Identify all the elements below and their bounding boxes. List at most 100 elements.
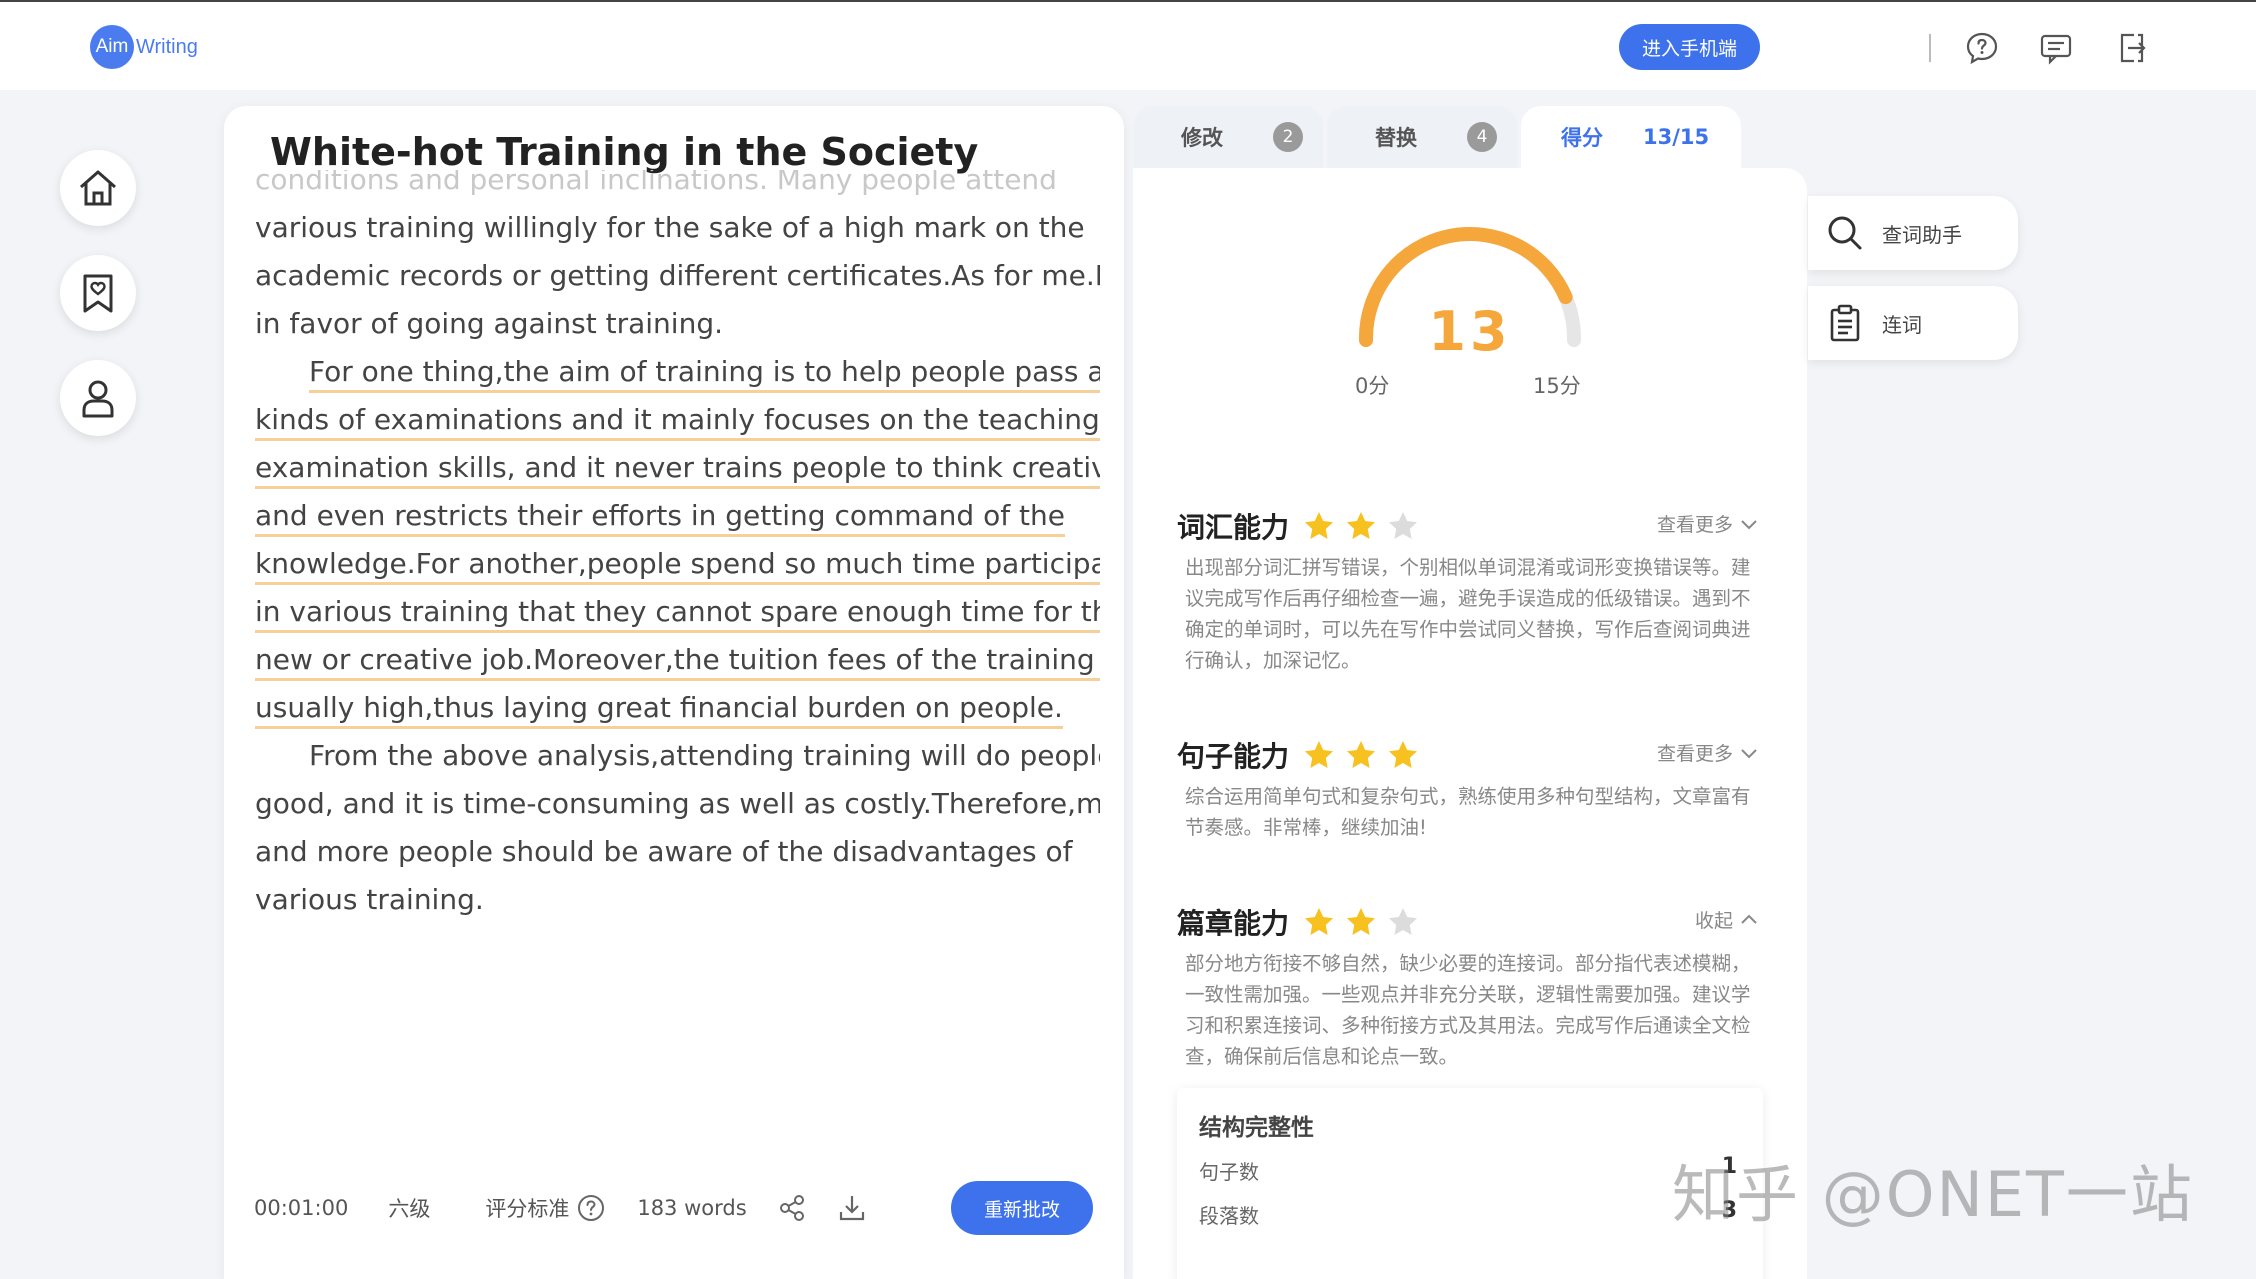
essay-line-text: in various training that they cannot spa… bbox=[255, 595, 1100, 633]
score-panel: 13 0分 15分 词汇能力 查看更多 出现部分词汇拼写错误，个别相似单词混淆或… bbox=[1133, 168, 1807, 1279]
question-icon[interactable] bbox=[577, 1194, 605, 1222]
connectives-button[interactable]: 连词 bbox=[1808, 286, 2018, 360]
scoring-criteria-link[interactable]: 评分标准 bbox=[485, 1193, 569, 1223]
essay-line-text: various training willingly for the sake … bbox=[255, 211, 1085, 244]
tab-score-value: 13/15 bbox=[1643, 125, 1710, 149]
user-icon bbox=[82, 380, 114, 418]
essay-line-text: kinds of examinations and it mainly focu… bbox=[255, 403, 1100, 441]
message-icon[interactable] bbox=[2038, 30, 2074, 66]
vocab-section-title: 词汇能力 bbox=[1177, 506, 1419, 546]
essay-line-text: various training. bbox=[255, 883, 484, 916]
gauge-min-label: 0分 bbox=[1355, 374, 1390, 398]
watermark: 知乎 @ONET一站 bbox=[1672, 1158, 2194, 1231]
paragraph-count-label: 段落数 bbox=[1199, 1204, 1259, 1228]
structure-title: 结构完整性 bbox=[1199, 1115, 1314, 1141]
help-icon[interactable] bbox=[1964, 30, 2000, 66]
tab-score-label: 得分 bbox=[1561, 126, 1603, 150]
essay-line-text: and more people should be aware of the d… bbox=[255, 835, 1073, 868]
sentence-title: 句子能力 bbox=[1177, 740, 1290, 773]
recheck-button[interactable]: 重新批改 bbox=[951, 1181, 1093, 1235]
word-lookup-button[interactable]: 查词助手 bbox=[1808, 196, 2018, 270]
essay-line: examination skills, and it never trains … bbox=[255, 444, 1100, 492]
essay-line-text: good, and it is time-consuming as well a… bbox=[255, 787, 1100, 820]
nav-home[interactable] bbox=[60, 150, 136, 226]
score-number: 13 bbox=[1428, 300, 1512, 363]
essay-line: new or creative job.Moreover,the tuition… bbox=[255, 636, 1100, 684]
chevron-down-icon bbox=[1741, 748, 1757, 758]
logout-icon[interactable] bbox=[2114, 30, 2150, 66]
sentence-section-title: 句子能力 bbox=[1177, 735, 1419, 775]
download-icon[interactable] bbox=[837, 1193, 867, 1223]
essay-line: good, and it is time-consuming as well a… bbox=[255, 780, 1100, 828]
discourse-toggle-label: 收起 bbox=[1694, 910, 1733, 932]
star-filled-icon bbox=[1389, 741, 1418, 768]
star-filled-icon bbox=[1347, 741, 1376, 768]
star-filled-icon bbox=[1305, 512, 1334, 539]
vocab-title: 词汇能力 bbox=[1177, 511, 1290, 544]
logo-aim: Aim bbox=[90, 25, 134, 69]
essay-body[interactable]: conditions and personal inclinations. Ma… bbox=[255, 170, 1100, 1030]
essay-line: in favor of going against training. bbox=[255, 300, 1100, 348]
tab-score[interactable]: 得分 13/15 bbox=[1521, 106, 1741, 168]
star-filled-icon bbox=[1347, 908, 1376, 935]
essay-line: kinds of examinations and it mainly focu… bbox=[255, 396, 1100, 444]
essay-line-text: For one thing,the aim of training is to … bbox=[309, 355, 1100, 393]
essay-line-text: academic records or getting different ce… bbox=[255, 259, 1100, 292]
exam-level[interactable]: 六级 bbox=[388, 1193, 430, 1223]
chevron-down-icon bbox=[1741, 519, 1757, 529]
elapsed-time: 00:01:00 bbox=[254, 1196, 349, 1220]
logo-writing: Writing bbox=[136, 35, 198, 58]
sentence-toggle-label: 查看更多 bbox=[1656, 743, 1733, 765]
word-count: 183 words bbox=[637, 1196, 747, 1220]
revise-count-badge: 2 bbox=[1273, 122, 1303, 152]
discourse-collapse-toggle[interactable]: 收起 bbox=[1695, 906, 1759, 933]
essay-line: various training willingly for the sake … bbox=[255, 204, 1100, 252]
essay-line: and more people should be aware of the d… bbox=[255, 828, 1100, 876]
essay-line: From the above analysis,attending traini… bbox=[255, 732, 1100, 780]
chevron-up-icon bbox=[1741, 914, 1757, 924]
mobile-version-button[interactable]: 进入手机端 bbox=[1619, 24, 1760, 70]
essay-panel: White-hot Training in the Society condit… bbox=[224, 106, 1124, 1279]
essay-line: in various training that they cannot spa… bbox=[255, 588, 1100, 636]
sentence-count-label: 句子数 bbox=[1199, 1160, 1259, 1184]
essay-line-text: and even restricts their efforts in gett… bbox=[255, 499, 1065, 537]
nav-profile[interactable] bbox=[60, 360, 136, 436]
app-logo[interactable]: Aim Writing bbox=[90, 25, 198, 69]
essay-line-text: examination skills, and it never trains … bbox=[255, 451, 1100, 489]
essay-line-text: knowledge.For another,people spend so mu… bbox=[255, 547, 1100, 585]
sentence-stars bbox=[1303, 739, 1419, 771]
vocab-more-toggle[interactable]: 查看更多 bbox=[1657, 510, 1759, 537]
share-icon[interactable] bbox=[777, 1193, 807, 1223]
sentence-more-toggle[interactable]: 查看更多 bbox=[1657, 739, 1759, 766]
vocab-toggle-label: 查看更多 bbox=[1656, 514, 1733, 536]
star-empty-icon bbox=[1389, 512, 1418, 539]
tab-revise[interactable]: 修改 2 bbox=[1133, 106, 1323, 168]
essay-line-text: in favor of going against training. bbox=[255, 307, 724, 340]
top-divider bbox=[1929, 34, 1931, 62]
sentence-description: 综合运用简单句式和复杂句式，熟练使用多种句型结构，文章富有节奏感。非常棒，继续加… bbox=[1185, 785, 1751, 839]
essay-line-text: usually high,thus laying great financial… bbox=[255, 691, 1063, 729]
discourse-description: 部分地方衔接不够自然，缺少必要的连接词。部分指代表述模糊，一致性需加强。一些观点… bbox=[1185, 952, 1751, 1068]
vocab-stars bbox=[1303, 510, 1419, 542]
tab-replace-label: 替换 bbox=[1375, 126, 1417, 150]
nav-favorites[interactable] bbox=[60, 255, 136, 331]
star-filled-icon bbox=[1305, 908, 1334, 935]
home-icon bbox=[80, 170, 116, 206]
tab-replace[interactable]: 替换 4 bbox=[1327, 106, 1517, 168]
essay-line-text: new or creative job.Moreover,the tuition… bbox=[255, 643, 1100, 681]
essay-line: conditions and personal inclinations. Ma… bbox=[255, 170, 1100, 204]
clipboard-icon bbox=[1830, 304, 1860, 342]
word-lookup-label: 查词助手 bbox=[1882, 222, 1962, 247]
essay-line: and even restricts their efforts in gett… bbox=[255, 492, 1100, 540]
essay-title: White-hot Training in the Society bbox=[270, 130, 979, 174]
star-empty-icon bbox=[1389, 908, 1418, 935]
top-bar: Aim Writing 进入手机端 bbox=[0, 0, 2256, 90]
vocab-description: 出现部分词汇拼写错误，个别相似单词混淆或词形变换错误等。建议完成写作后再仔细检查… bbox=[1185, 556, 1751, 672]
discourse-title: 篇章能力 bbox=[1177, 907, 1290, 940]
score-gauge bbox=[1359, 227, 1581, 348]
essay-line: various training. bbox=[255, 876, 1100, 924]
discourse-stars bbox=[1303, 906, 1419, 938]
essay-line-text: conditions and personal inclinations. Ma… bbox=[255, 170, 1057, 196]
essay-line: For one thing,the aim of training is to … bbox=[255, 348, 1100, 396]
star-filled-icon bbox=[1347, 512, 1376, 539]
